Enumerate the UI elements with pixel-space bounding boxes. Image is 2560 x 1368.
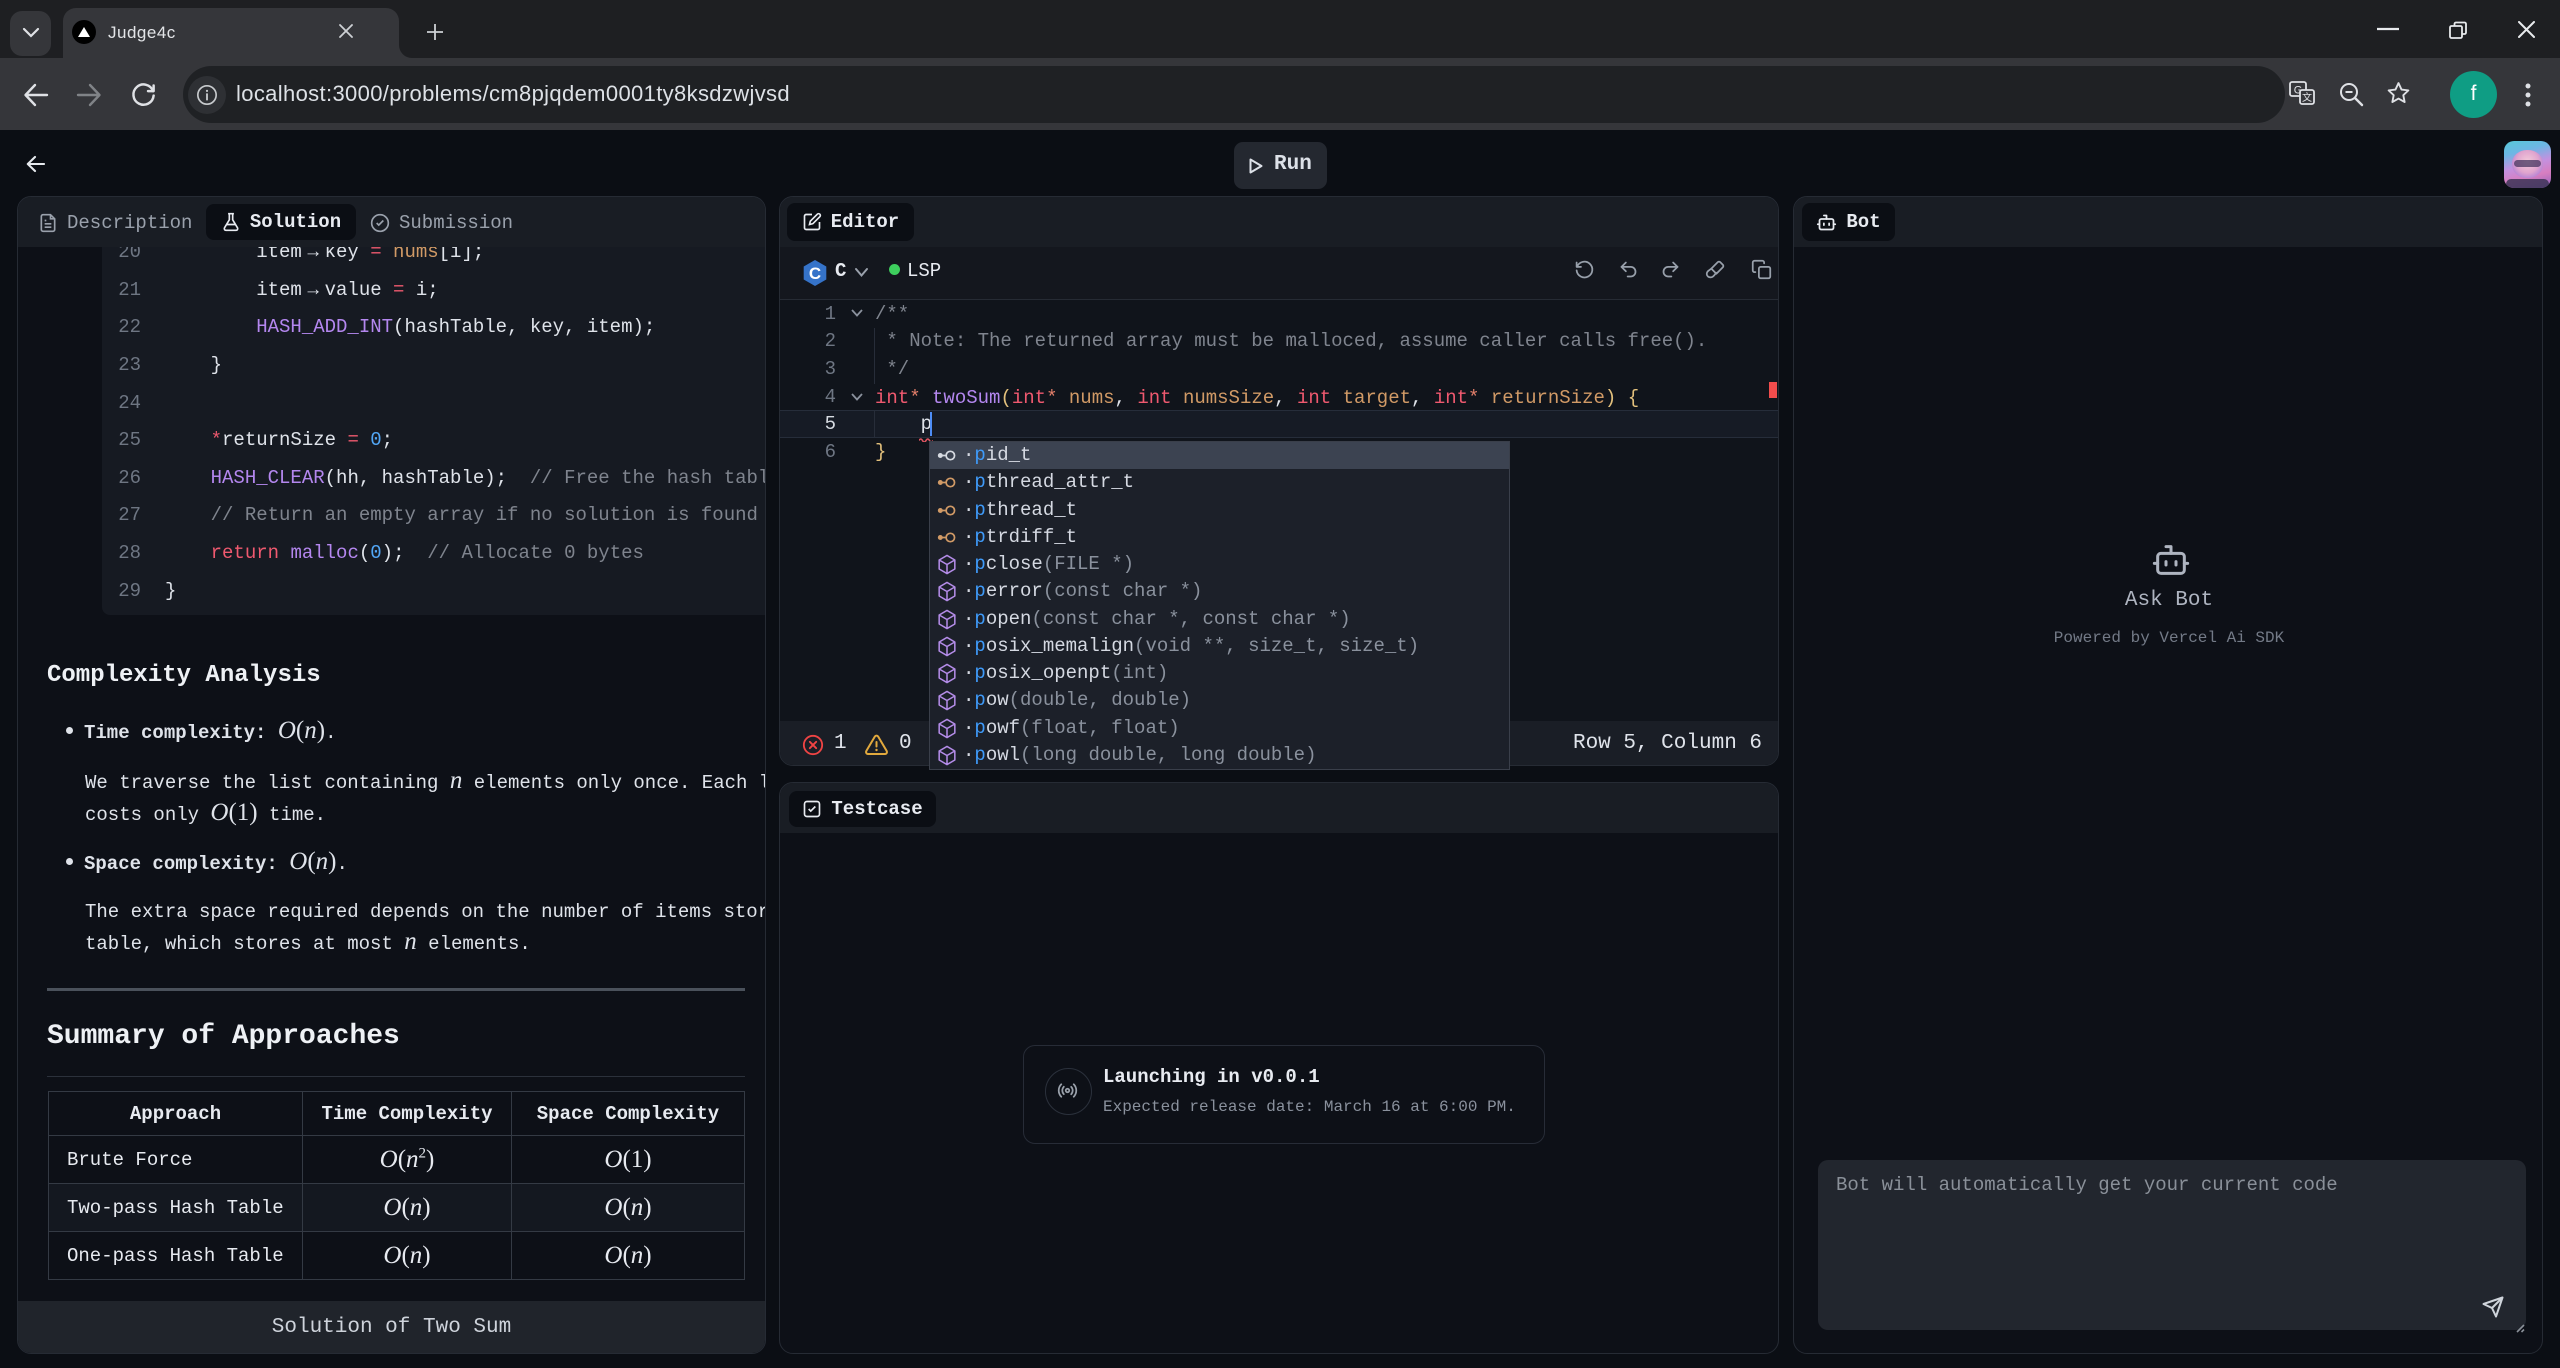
svg-text:C: C [809,264,821,283]
svg-text:文: 文 [2302,91,2312,104]
